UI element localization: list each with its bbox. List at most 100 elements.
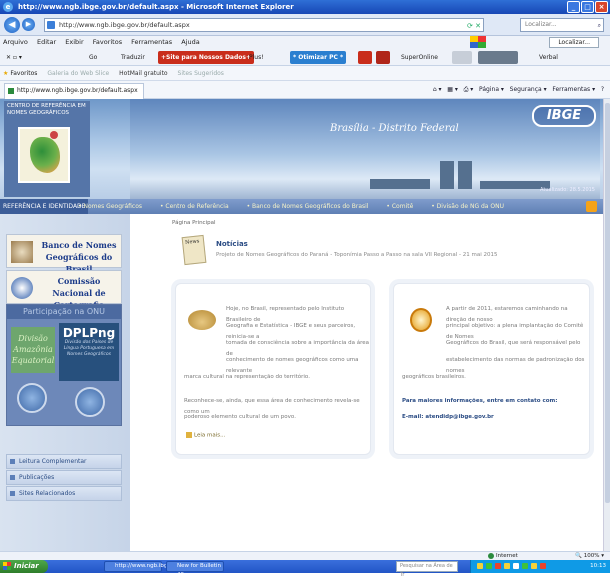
scrollbar-thumb[interactable] [605,103,610,503]
help-icon[interactable]: ? [601,86,604,93]
system-tray: 10:13 [470,560,610,573]
nav-item-referencia[interactable]: REFERÊNCIA E IDENTIDADE [0,199,89,214]
red-badge-icon-2[interactable] [376,51,390,64]
forward-button[interactable]: ▶ [22,18,35,31]
map-pin-icon [50,131,58,139]
command-security[interactable]: Segurança [510,86,542,93]
search-icon[interactable]: ⌕ [598,20,601,32]
web-page: CENTRO DE REFERÊNCIA EM NOMES GEOGRÁFICO… [0,99,603,551]
brazil-map-icon [18,127,70,183]
read-more-link[interactable]: Leia mais... [186,432,225,439]
internet-explorer-icon: e [3,2,13,12]
red-badge-icon[interactable] [358,51,372,64]
menu-item-file[interactable]: Arquivo [3,38,28,46]
favorites-item-webslice[interactable]: Galeria do Web Slice [47,70,109,77]
taskbar-item-bulletin[interactable]: New for Bulletin 40... [166,561,224,578]
tab-favicon-icon [8,88,14,94]
link-leitura[interactable]: Leitura Complementar [6,454,122,469]
status-bar: Internet 🔍 100% ▾ [0,551,610,560]
window-title-bar: e http://www.ngb.ibge.gov.br/default.asp… [0,0,610,14]
nav-item-banco[interactable]: • Banco de Nomes Geográficos do Brasil [247,203,377,210]
menu-item-edit[interactable]: Editar [37,38,56,46]
news-icon: News [181,234,207,266]
zoom-level[interactable]: 🔍 100% ▾ [575,552,604,560]
nav-item-centro[interactable]: • Centro de Referência [160,203,237,210]
windows-logo-icon [470,36,486,48]
breadcrumb: Página Principal [172,220,216,226]
card2-text-4: estabelecimento das normas de padronizaç… [446,357,585,374]
menu-item-tools[interactable]: Ferramentas [131,38,172,46]
toolbar-dark-button[interactable] [478,51,518,64]
taskbar-item-ie[interactable]: http://www.ngb.ibge... [104,561,176,572]
favorites-item-hotmail[interactable]: HotMail gratuito [119,70,167,77]
dplpng-logo[interactable]: DPLPng Divisão dos Países de Língua Port… [59,323,119,381]
cartografia-box[interactable]: Comissão Nacional de Cartografia [6,270,122,310]
plus-button[interactable]: Plus! [246,51,267,64]
menu-item-favorites[interactable]: Favoritos [93,38,122,46]
tray-icon-8 [540,563,546,569]
locator-button[interactable]: Localizar... [549,37,599,48]
favorites-button[interactable]: Favoritos [10,70,37,77]
nav-item-comite[interactable]: • Comitê [386,203,421,210]
menu-item-help[interactable]: Ajuda [181,38,199,46]
center-logo[interactable]: CENTRO DE REFERÊNCIA EM NOMES GEOGRÁFICO… [4,101,90,197]
tray-icon-2 [486,563,492,569]
go-button[interactable]: Go [86,51,100,64]
card2-text-5: geográficos brasileiros. [402,374,466,380]
favorites-item-suggested[interactable]: Sites Sugeridos [178,70,224,77]
close-button[interactable]: × [595,1,608,13]
nav-item-nomes[interactable]: • Nomes Geográficos [78,203,150,210]
toolbar-gray-button[interactable] [452,51,472,64]
vertical-scrollbar[interactable] [603,99,610,551]
superonline-button[interactable]: SuperOnline [398,51,441,64]
taskbar-search-input[interactable]: Pesquisar na Área de Tr [396,561,458,578]
feeds-icon[interactable]: ▦ [447,86,453,93]
translate-button[interactable]: Traduzir [118,51,148,64]
favorites-star-icon[interactable]: ★ [3,70,8,77]
command-page[interactable]: Página [479,86,499,93]
page-icon [47,21,55,29]
contact-email[interactable]: E-mail: atendidp@ibge.gov.br [402,412,494,423]
security-zone[interactable]: Internet [488,552,518,560]
browser-tab[interactable]: http://www.ngb.ibge.gov.br/default.aspx [4,83,144,99]
nav-item-onu[interactable]: • Divisão de NG da ONU [431,203,512,210]
onu-group-label[interactable]: Divisão Amazônia Equatorial [11,327,55,373]
card1-text-7: poderoso elemento cultural de um povo. [184,414,296,420]
tab-bar: http://www.ngb.ibge.gov.br/default.aspx … [0,81,610,99]
tray-icon-6 [522,563,528,569]
refresh-icon[interactable]: ⟳ ✕ [467,20,481,32]
home-icon[interactable]: ⌂ [433,86,437,93]
onu-panel[interactable]: Participação na ONU Divisão Amazônia Equ… [6,304,122,426]
back-button[interactable]: ◀ [4,17,20,33]
address-input[interactable]: http://www.ngb.ibge.gov.br/default.aspx … [44,18,484,32]
home-icon-orange[interactable] [586,201,597,212]
taskbar: Iniciar http://www.ngb.ibge... New for B… [0,560,610,578]
news-item[interactable]: Projeto de Nomes Geográficos do Paraná -… [216,252,498,258]
start-button[interactable]: Iniciar [0,560,48,573]
site-banner: CENTRO DE REFERÊNCIA EM NOMES GEOGRÁFICO… [0,99,603,199]
clock[interactable]: 10:13 [590,560,606,573]
link-publicacoes[interactable]: Publicações [6,470,122,485]
menu-item-view[interactable]: Exibir [65,38,83,46]
news-title[interactable]: Notícias [216,240,248,248]
verbal-button[interactable]: Verbal [536,51,561,64]
link-sites[interactable]: Sites Relacionados [6,486,122,501]
command-bar: ⌂ ▾ ▦ ▾ ⎙ ▾ Página ▾ Segurança ▾ Ferrame… [432,86,604,93]
minimize-button[interactable]: _ [567,1,580,13]
toolbar-close-icon[interactable]: ✕ ▫ ▾ [3,51,25,64]
print-icon[interactable]: ⎙ [464,86,469,93]
menu-bar: Arquivo Editar Exibir Favoritos Ferramen… [0,36,610,49]
objective-card: A partir de 2011, estaremos caminhando n… [393,283,590,455]
site-button[interactable]: +Site para Nossos Dados+ [158,51,254,64]
left-sidebar: Banco de Nomes Geográficos do Brasil Com… [0,214,130,551]
contact-text: Para maiores informações, entre em conta… [402,398,558,404]
maximize-button[interactable]: □ [581,1,594,13]
address-url: http://www.ngb.ibge.gov.br/default.aspx [59,21,190,29]
ibge-logo[interactable]: IBGE [532,105,596,127]
command-tools[interactable]: Ferramentas [552,86,590,93]
search-input[interactable]: Localizar... ⌕ [520,18,604,32]
tray-icon-3 [495,563,501,569]
optimize-button[interactable]: * Otimizar PC * [290,51,347,64]
banco-nomes-box[interactable]: Banco de Nomes Geográficos do Brasil [6,234,122,274]
tray-icon-1 [477,563,483,569]
